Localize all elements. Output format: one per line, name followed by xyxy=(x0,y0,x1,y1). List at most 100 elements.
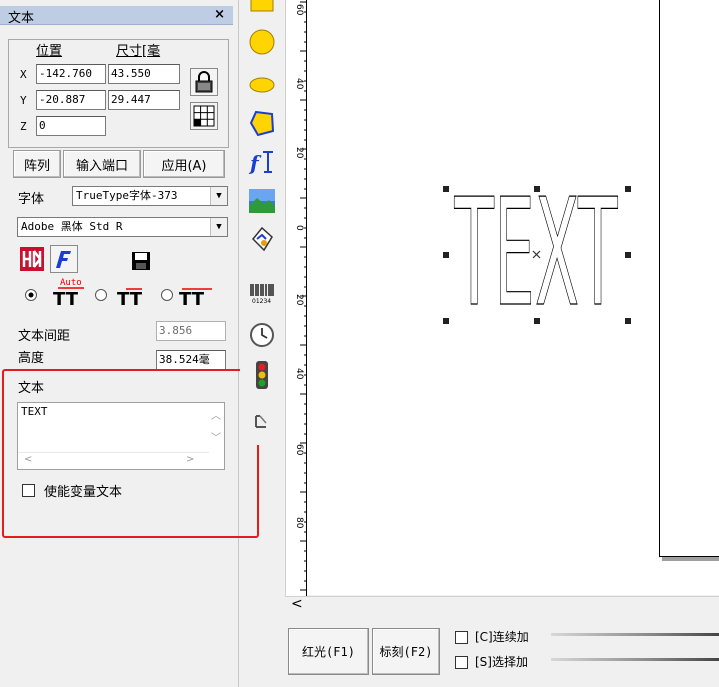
y-label: Y xyxy=(20,94,27,107)
selection-progress xyxy=(551,658,719,661)
auto-spacing-icon: TT xyxy=(53,287,84,306)
font-param-button[interactable] xyxy=(50,245,78,273)
selection-label: [S]选择加 xyxy=(475,655,528,669)
continuous-checkbox[interactable] xyxy=(455,631,468,644)
motion-tool[interactable] xyxy=(245,405,279,439)
handle-bottom-left[interactable] xyxy=(443,318,449,324)
handle-middle-right[interactable] xyxy=(625,252,631,258)
x-label: X xyxy=(20,68,27,81)
svg-text:TT: TT xyxy=(179,289,205,306)
rectangle-icon xyxy=(250,0,274,12)
text-label: 文本 xyxy=(18,381,45,396)
vertical-ruler: 60 40 20 0 20 40 60 80 xyxy=(285,0,308,597)
font-type-value: TrueType字体-373 xyxy=(76,189,178,202)
array-button[interactable]: 阵列 xyxy=(13,150,61,178)
center-spacing-icon: TT xyxy=(179,288,212,306)
handle-bottom-right[interactable] xyxy=(625,318,631,324)
mark-control-bar: 红光(F1) 标刻(F2) [C]连续加 [S]选择加 xyxy=(285,614,719,687)
size-label: 尺寸[毫 xyxy=(116,44,161,59)
radio-auto-spacing[interactable] xyxy=(24,288,38,306)
text-tool[interactable]: f xyxy=(245,145,279,179)
lock-button[interactable] xyxy=(190,68,218,96)
svg-text:f: f xyxy=(248,151,262,175)
continuous-progress xyxy=(551,633,719,636)
svg-text:TT: TT xyxy=(53,289,79,306)
text-horizontal-scrollbar[interactable]: < > xyxy=(18,452,209,469)
panel-title: 文本 xyxy=(8,11,35,26)
app-window: 文本 × 位置 尺寸[毫 X -142.760 43.550 Y -20.887… xyxy=(0,0,719,687)
grid-anchor-button[interactable] xyxy=(190,102,218,130)
z-label: Z xyxy=(20,120,27,133)
lock-icon xyxy=(195,71,213,93)
handle-bottom-center[interactable] xyxy=(534,318,540,324)
ellipse-icon xyxy=(249,77,275,93)
height-field[interactable]: 38.524毫 xyxy=(156,350,226,370)
grid-icon xyxy=(193,105,215,127)
x-size-field[interactable]: 43.550 xyxy=(108,64,180,84)
save-icon xyxy=(132,252,150,270)
radio-selected-icon xyxy=(25,289,37,301)
timer-tool[interactable] xyxy=(245,318,279,352)
font-settings-button[interactable] xyxy=(18,245,46,273)
char-spacing-field[interactable]: 3.856 xyxy=(156,321,226,341)
text-vertical-scrollbar[interactable]: ︿ ﹀ xyxy=(207,403,224,453)
bitmap-tool[interactable] xyxy=(245,184,279,218)
polygon-icon xyxy=(249,110,275,137)
input-port-button[interactable]: 输入端口 xyxy=(63,150,141,178)
canvas-svg: TEXT xyxy=(443,167,631,340)
drawing-canvas[interactable]: TEXT xyxy=(307,0,719,595)
mark-button[interactable]: 标刻(F2) xyxy=(372,628,440,675)
font-type-select[interactable]: TrueType字体-373 ▼ xyxy=(72,186,228,206)
io-status-tool[interactable] xyxy=(245,358,279,392)
svg-text:01234: 01234 xyxy=(252,298,271,304)
handle-middle-left[interactable] xyxy=(443,252,449,258)
polygon-tool[interactable] xyxy=(245,106,279,140)
char-spacing-icon: TT xyxy=(117,288,143,306)
traffic-light-icon xyxy=(256,361,268,389)
canvas-horizontal-scrollbar[interactable]: < xyxy=(285,596,719,613)
motion-z-icon xyxy=(255,415,267,428)
clock-icon xyxy=(250,323,274,347)
font-name-select[interactable]: Adobe 黑体 Std R ▼ xyxy=(17,217,228,237)
char-spacing-label: 文本间距 xyxy=(18,329,71,344)
rectangle-tool[interactable] xyxy=(245,0,279,20)
red-light-button[interactable]: 红光(F1) xyxy=(288,628,369,675)
circle-tool[interactable] xyxy=(245,25,279,59)
font-label: 字体 xyxy=(18,192,45,207)
selection-checkbox[interactable] xyxy=(455,656,468,669)
handle-top-right[interactable] xyxy=(625,186,631,192)
handle-top-left[interactable] xyxy=(443,186,449,192)
text-tool-icon: f xyxy=(248,151,273,175)
text-content-value: TEXT xyxy=(21,405,48,418)
scroll-left-icon: < xyxy=(24,454,33,465)
height-label: 高度 xyxy=(18,351,45,366)
ruler-ticks: 60 40 20 0 20 40 60 80 xyxy=(294,1,308,591)
apply-button[interactable]: 应用(A) xyxy=(143,150,225,178)
z-position-field[interactable]: 0 xyxy=(36,116,106,136)
chevron-down-icon: ▼ xyxy=(210,218,227,236)
property-panel: 文本 × 位置 尺寸[毫 X -142.760 43.550 Y -20.887… xyxy=(0,0,259,687)
font-f-icon xyxy=(56,251,71,268)
y-size-field[interactable]: 29.447 xyxy=(108,90,180,110)
close-icon[interactable]: × xyxy=(214,7,225,22)
barcode-icon: 01234 xyxy=(250,284,274,304)
position-label: 位置 xyxy=(36,44,63,59)
barcode-tool[interactable]: 01234 xyxy=(245,276,279,310)
x-position-field[interactable]: -142.760 xyxy=(36,64,106,84)
save-font-button[interactable] xyxy=(130,250,152,272)
y-position-field[interactable]: -20.887 xyxy=(36,90,106,110)
ellipse-tool[interactable] xyxy=(245,68,279,102)
vector-file-tool[interactable] xyxy=(245,222,279,256)
ruler-label: 40 xyxy=(294,78,304,90)
chevron-down-icon: ▼ xyxy=(210,187,227,205)
enable-variable-text-label: 使能变量文本 xyxy=(44,485,123,500)
page-boundary xyxy=(659,0,719,557)
enable-variable-text-checkbox[interactable] xyxy=(22,484,35,497)
handle-top-center[interactable] xyxy=(534,186,540,192)
text-content-input[interactable]: TEXT ︿ ﹀ < > xyxy=(17,402,225,470)
scroll-left-icon[interactable]: < xyxy=(291,596,303,612)
radio-icon xyxy=(161,289,173,301)
ruler-label: 60 xyxy=(294,4,304,16)
radio-char-spacing[interactable] xyxy=(94,288,108,306)
radio-center-spacing[interactable] xyxy=(160,288,174,306)
